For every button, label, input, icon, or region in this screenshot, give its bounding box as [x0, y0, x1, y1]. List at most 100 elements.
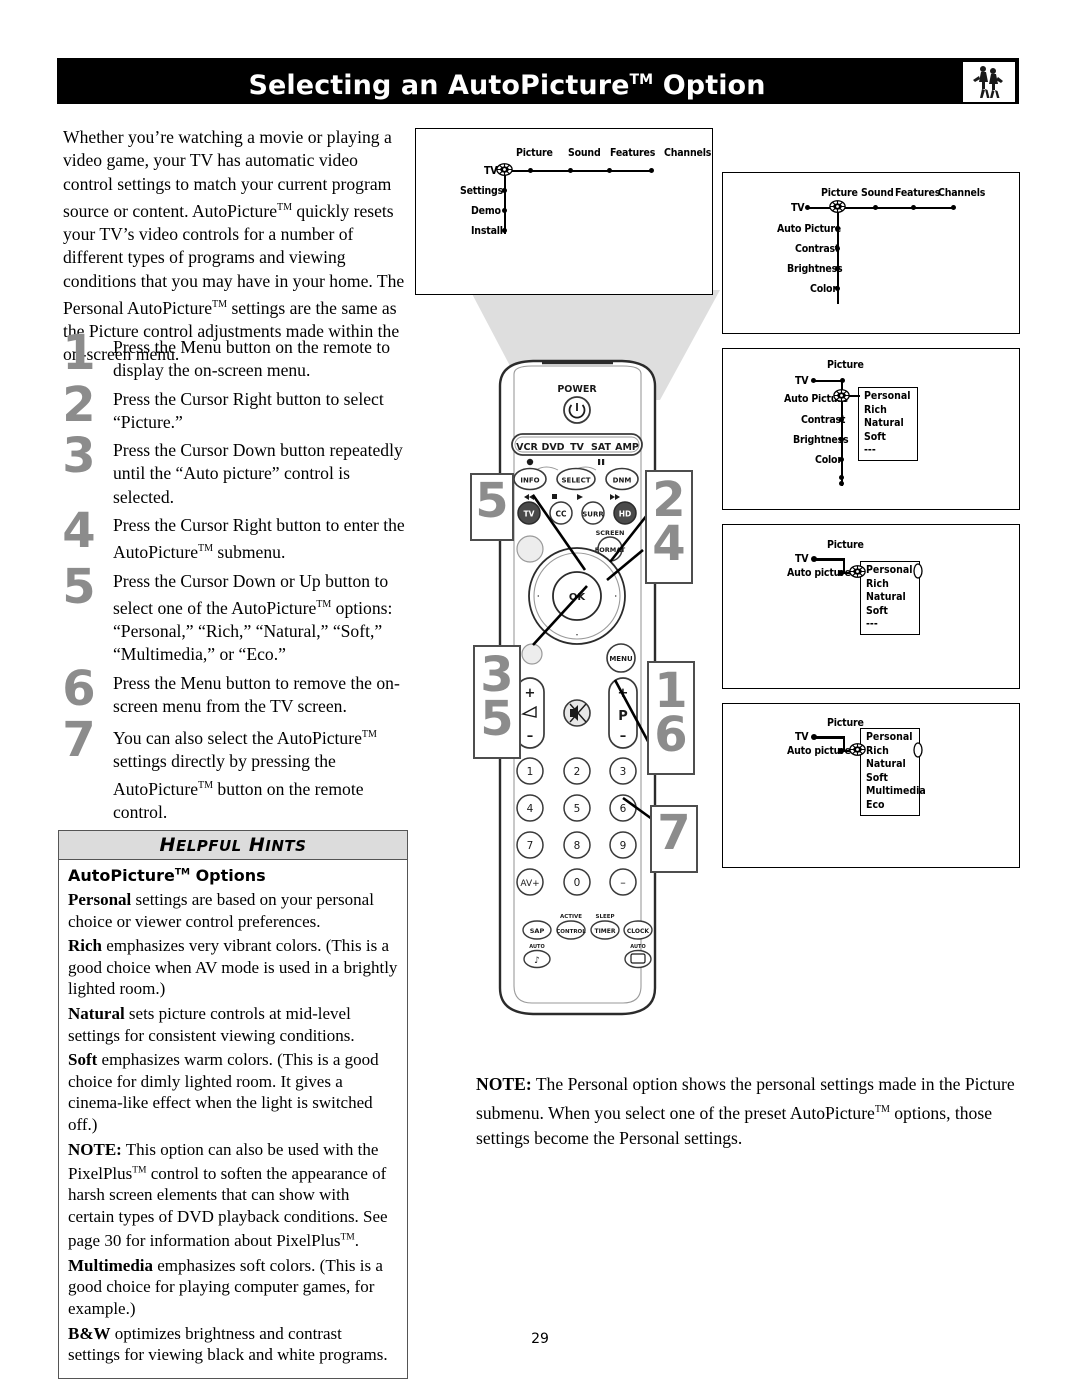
hint-paragraph: Soft emphasizes warm colors. (This is a …: [68, 1049, 398, 1135]
menu-label-color: Color: [815, 454, 842, 466]
callout-2-4: 2 4: [645, 470, 693, 584]
menu-label-picture: Picture: [827, 539, 864, 551]
helpful-hints-box: HELPFUL HINTS AutoPictureTM Options Pers…: [58, 830, 408, 1379]
note-paragraph: NOTE: The Personal option shows the pers…: [476, 1072, 1032, 1151]
helpful-hints-heading: HELPFUL HINTS: [59, 831, 407, 860]
step-text: Press the Menu button to remove the on-s…: [113, 672, 400, 716]
submenu-item[interactable]: Personal: [859, 390, 917, 404]
menu-label-tv: TV: [795, 375, 809, 387]
menu-label-picture: Picture: [821, 187, 858, 199]
submenu-item[interactable]: Natural: [859, 417, 917, 431]
auto-picture-top-label: AUTO: [630, 944, 645, 950]
submenu-item[interactable]: Soft: [861, 772, 919, 786]
hint-paragraph: Rich emphasizes very vibrant colors. (Th…: [68, 935, 398, 1000]
tv-screen-autopicture-highlighted: Picture TV Auto Picture Contrast Brightn…: [722, 348, 1020, 510]
step-item: 2 Press the Cursor Right button to selec…: [58, 381, 410, 435]
step-item: 4 Press the Cursor Right button to enter…: [58, 507, 410, 564]
callout-1-6: 1 6: [647, 661, 695, 775]
tv-screen-submenu-entered: Picture TV Auto picture Personal Rich Na…: [722, 524, 1020, 689]
submenu-item[interactable]: Multimedia: [861, 785, 926, 799]
menu-label-auto-picture: Auto Picture: [777, 223, 841, 235]
step-text: You can also select the AutoPictureTM se…: [113, 728, 377, 822]
submenu-item[interactable]: ---: [861, 618, 919, 632]
step-number: 2: [62, 376, 96, 433]
menu-label-color: Color: [810, 283, 837, 295]
step-text: Press the Cursor Right button to select …: [113, 388, 384, 432]
submenu-item[interactable]: Natural: [861, 758, 919, 772]
callout-7: 7: [650, 805, 698, 873]
tv-screen-main-menu: Picture Sound Features Channels TV Setti…: [415, 128, 713, 295]
basketball-players-icon: [962, 61, 1016, 103]
step-text: Press the Menu button on the remote to d…: [113, 337, 391, 381]
submenu-item[interactable]: Soft: [861, 605, 919, 619]
svg-text:TIMER: TIMER: [594, 928, 615, 935]
menu-label-picture: Picture: [827, 359, 864, 371]
page-title-tail: Option: [653, 70, 766, 101]
active-control-top-label: ACTIVE: [560, 914, 582, 920]
menu-label-tv: TV: [795, 553, 809, 565]
callout-value: 7: [657, 805, 691, 861]
page-title-main: Selecting an AutoPicture: [248, 70, 630, 101]
step-number: 4: [62, 503, 96, 560]
page-header-bar: Selecting an AutoPictureTM Option: [57, 58, 1019, 104]
music-note-icon: ♪: [534, 956, 540, 966]
submenu-item[interactable]: Rich: [859, 404, 917, 418]
sleep-timer-top-label: SLEEP: [595, 914, 614, 920]
scroll-indicator-icon: [913, 563, 923, 579]
step-item: 6 Press the Menu button to remove the on…: [58, 665, 410, 719]
callout-value: 5: [480, 691, 514, 748]
svg-text:CONTROL: CONTROL: [556, 929, 586, 935]
menu-label-channels: Channels: [938, 187, 986, 199]
cursor-crosshair-icon: [849, 565, 866, 578]
step-item: 3 Press the Cursor Down button repeatedl…: [58, 432, 410, 509]
hint-lead: Soft: [68, 1050, 98, 1070]
svg-text:AV+: AV+: [520, 879, 539, 889]
cursor-crosshair-icon: [849, 743, 866, 756]
step-item: 1 Press the Menu button on the remote to…: [58, 329, 410, 383]
autopicture-submenu: Personal Rich Natural Soft ---: [858, 387, 918, 461]
menu-label-sound: Sound: [861, 187, 894, 199]
hint-lead: Natural: [68, 1003, 125, 1023]
menu-label-picture: Picture: [516, 147, 553, 159]
hint-paragraph: NOTE: This option can also be used with …: [68, 1139, 398, 1252]
note-lead: NOTE:: [476, 1074, 532, 1094]
hint-paragraph: Multimedia emphasizes soft colors. (This…: [68, 1255, 398, 1320]
svg-text:–: –: [620, 876, 626, 889]
hints-subtitle: AutoPictureTM Options: [68, 866, 266, 885]
step-text: Press the Cursor Down button repeatedly …: [113, 440, 403, 507]
menu-label-features: Features: [895, 187, 941, 199]
cursor-crosshair-icon: [833, 389, 850, 402]
page-title: Selecting an AutoPictureTM Option: [57, 58, 957, 104]
note-text: The Personal option shows the personal s…: [476, 1074, 1015, 1148]
hint-lead: NOTE:: [68, 1139, 122, 1159]
hint-text: emphasizes warm colors. (This is a good …: [68, 1050, 379, 1134]
numbered-steps-list: 1 Press the Menu button on the remote to…: [58, 329, 410, 829]
callout-5-left: 5: [470, 473, 514, 541]
page-number: 29: [531, 1331, 549, 1347]
svg-text:SAP: SAP: [530, 927, 545, 935]
svg-text:CLOCK: CLOCK: [627, 928, 650, 935]
menu-label-contrast: Contrast: [795, 243, 840, 255]
step-item: 7 You can also select the AutoPictureTM …: [58, 716, 410, 824]
menu-label-tv: TV: [791, 202, 805, 214]
step-number: 7: [62, 712, 96, 769]
step-number: 1: [62, 325, 96, 381]
manual-page: Selecting an AutoPictureTM Option Whethe…: [0, 0, 1080, 1397]
menu-label-tv: TV: [795, 731, 809, 743]
hint-lead: Personal: [68, 890, 132, 909]
intro-paragraph: Whether you’re watching a movie or playi…: [63, 126, 408, 367]
hint-lead: Rich: [68, 936, 102, 956]
submenu-item[interactable]: ---: [859, 444, 917, 458]
step-text: Press the Cursor Down or Up button to se…: [113, 570, 393, 665]
step-text: Press the Cursor Right button to enter t…: [113, 515, 405, 563]
power-label: POWER: [557, 384, 597, 395]
intro-text: Whether you’re watching a movie or playi…: [63, 127, 405, 365]
menu-label-sound: Sound: [568, 147, 601, 159]
tv-screen-submenu-select: Picture TV Auto picture Personal Rich Na…: [722, 703, 1020, 868]
submenu-item[interactable]: Soft: [859, 431, 917, 445]
submenu-item[interactable]: Natural: [861, 591, 919, 605]
submenu-item[interactable]: Rich: [861, 578, 919, 592]
menu-label-picture: Picture: [827, 717, 864, 729]
menu-label-demo: Demo: [471, 205, 501, 217]
submenu-item[interactable]: Eco: [861, 799, 919, 813]
